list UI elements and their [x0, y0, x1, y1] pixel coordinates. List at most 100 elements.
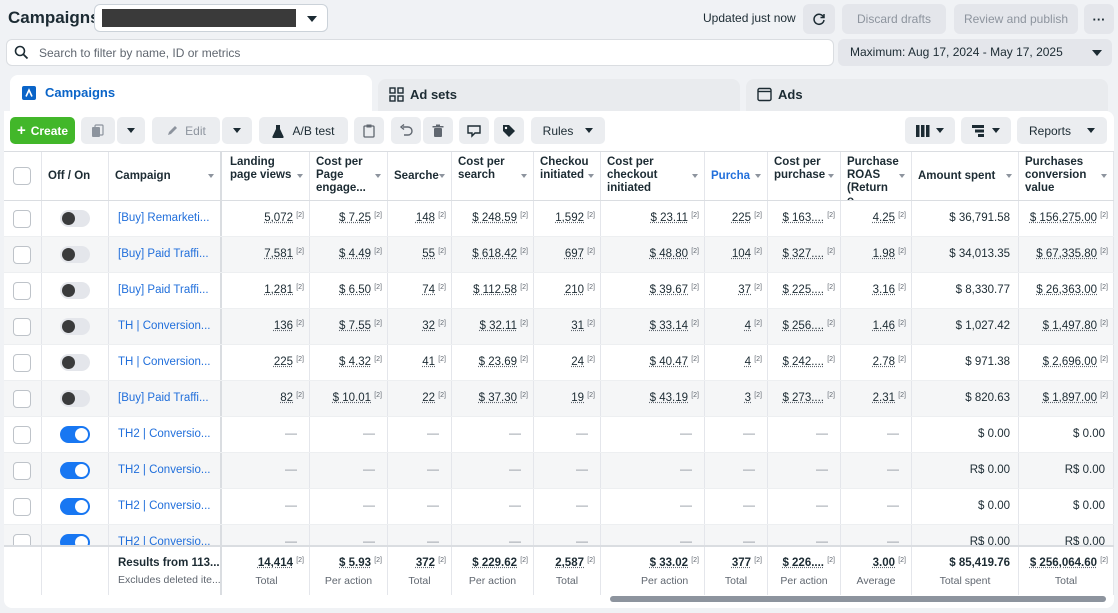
table-row[interactable]: TH | Conversion... 225 [2] $ 4.32 [2] 41 [2] $ … — [4, 345, 1114, 381]
table-row[interactable]: TH2 | Conversio... — — — — — — — — — R$ 0.00 R$ 0.0… — [4, 453, 1114, 489]
metric-value[interactable]: $ 4.49 — [339, 248, 371, 260]
metric-value[interactable]: 225 — [274, 356, 293, 368]
campaign-name-link[interactable]: TH | Conversion... — [118, 320, 218, 332]
status-toggle[interactable] — [60, 390, 90, 407]
table-row[interactable]: TH | Conversion... 136 [2] $ 7.55 [2] 32 [2] $ … — [4, 309, 1114, 345]
metric-value[interactable]: $ 6.50 — [339, 284, 371, 296]
metric-value[interactable]: $ 26,363.00 — [1036, 284, 1097, 296]
status-toggle[interactable] — [60, 282, 90, 299]
metric-value[interactable]: 1.46 — [873, 320, 895, 332]
row-checkbox[interactable] — [13, 354, 31, 372]
footer-total-value[interactable]: 14,414 — [258, 557, 293, 569]
create-button[interactable]: + Create — [10, 117, 75, 144]
metric-value[interactable]: 210 — [565, 284, 584, 296]
column-header-campaign[interactable]: Campaign — [109, 152, 222, 200]
metric-value[interactable]: 41 — [422, 356, 435, 368]
footer-total-value[interactable]: $ 33.02 — [650, 557, 688, 569]
clipboard-button[interactable] — [354, 117, 384, 144]
metric-value[interactable]: $ 248.59 — [472, 212, 517, 224]
metric-value[interactable]: 55 — [422, 248, 435, 260]
footer-total-value[interactable]: 3.00 — [873, 557, 895, 569]
row-checkbox[interactable] — [13, 318, 31, 336]
metric-value[interactable]: $ 1,497.80 — [1043, 320, 1097, 332]
metric-value[interactable]: $ 1,897.00 — [1043, 392, 1097, 404]
review-publish-button[interactable]: Review and publish — [954, 4, 1078, 34]
metric-value[interactable]: $ 242.... — [782, 356, 824, 368]
row-checkbox[interactable] — [13, 426, 31, 444]
column-header-checkout[interactable]: Checkou initiated — [534, 152, 601, 200]
metric-value[interactable]: $ 256.... — [782, 320, 824, 332]
campaign-name-link[interactable]: [Buy] Paid Traffi... — [118, 248, 218, 260]
campaign-name-link[interactable]: [Buy] Remarketi... — [118, 212, 218, 224]
column-header-cost-purchase[interactable]: Cost per purchase — [768, 152, 841, 200]
row-checkbox[interactable] — [13, 246, 31, 264]
preview-button[interactable] — [459, 117, 489, 144]
metric-value[interactable]: 24 — [571, 356, 584, 368]
metric-value[interactable]: $ 23.69 — [479, 356, 517, 368]
footer-total-value[interactable]: $ 229.62 — [472, 557, 517, 569]
metric-value[interactable]: $ 10.01 — [333, 392, 371, 404]
column-header-off-on[interactable]: Off / On — [42, 152, 109, 200]
metric-value[interactable]: 148 — [416, 212, 435, 224]
date-range-picker[interactable]: Maximum: Aug 17, 2024 - May 17, 2025 — [838, 39, 1112, 66]
tag-button[interactable] — [494, 117, 524, 144]
metric-value[interactable]: 19 — [571, 392, 584, 404]
campaign-name-link[interactable]: TH2 | Conversio... — [118, 464, 218, 476]
status-toggle[interactable] — [60, 318, 90, 335]
search-input[interactable]: Search to filter by name, ID or metrics — [6, 39, 834, 66]
metric-value[interactable]: 22 — [422, 392, 435, 404]
edit-dropdown-button[interactable] — [222, 117, 252, 144]
metric-value[interactable]: 136 — [274, 320, 293, 332]
column-header-conv-value[interactable]: Purchases conversion value — [1019, 152, 1114, 200]
column-header-landing[interactable]: Landing page views — [224, 152, 310, 200]
campaign-name-link[interactable]: [Buy] Paid Traffi... — [118, 284, 218, 296]
metric-value[interactable]: 37 — [738, 284, 751, 296]
metric-value[interactable]: 3.16 — [873, 284, 895, 296]
metric-value[interactable]: 2.31 — [873, 392, 895, 404]
metric-value[interactable]: 7,581 — [264, 248, 293, 260]
footer-total-value[interactable]: $ 256,064.60 — [1030, 557, 1097, 569]
campaign-name-link[interactable]: [Buy] Paid Traffi... — [118, 392, 218, 404]
metric-value[interactable]: $ 2,696.00 — [1043, 356, 1097, 368]
table-row[interactable]: [Buy] Remarketi... 5,072 [2] $ 7.25 [2] 148 [2… — [4, 201, 1114, 237]
metric-value[interactable]: 31 — [571, 320, 584, 332]
table-row[interactable]: [Buy] Paid Traffi... 1,281 [2] $ 6.50 [2] 74[… — [4, 273, 1114, 309]
row-checkbox[interactable] — [13, 462, 31, 480]
metric-value[interactable]: 5,072 — [264, 212, 293, 224]
metric-value[interactable]: $ 7.25 — [339, 212, 371, 224]
metric-value[interactable]: 82 — [280, 392, 293, 404]
footer-total-value[interactable]: $ 5.93 — [339, 557, 371, 569]
row-checkbox[interactable] — [13, 210, 31, 228]
metric-value[interactable]: 2.78 — [873, 356, 895, 368]
undo-button[interactable] — [391, 117, 421, 144]
status-toggle[interactable] — [60, 210, 90, 227]
metric-value[interactable]: 697 — [565, 248, 584, 260]
status-toggle[interactable] — [60, 498, 90, 515]
metric-value[interactable]: 1,281 — [264, 284, 293, 296]
edit-button[interactable]: Edit — [152, 117, 220, 144]
metric-value[interactable]: $ 32.11 — [479, 320, 517, 332]
metric-value[interactable]: $ 156,275.00 — [1030, 212, 1097, 224]
metric-value[interactable]: $ 39.67 — [650, 284, 688, 296]
row-checkbox[interactable] — [13, 282, 31, 300]
column-header-cost-checkout[interactable]: Cost per checkout initiated — [601, 152, 705, 200]
duplicate-button[interactable] — [81, 117, 115, 144]
campaign-name-link[interactable]: TH2 | Conversio... — [118, 428, 218, 440]
campaign-name-link[interactable]: TH2 | Conversio... — [118, 500, 218, 512]
column-header-purchases[interactable]: Purcha — [705, 152, 768, 200]
metric-value[interactable]: $ 7.55 — [339, 320, 371, 332]
metric-value[interactable]: $ 618.42 — [472, 248, 517, 260]
metric-value[interactable]: $ 23.11 — [650, 212, 688, 224]
row-checkbox[interactable] — [13, 390, 31, 408]
metric-value[interactable]: $ 112.58 — [473, 284, 517, 296]
table-row[interactable]: [Buy] Paid Traffi... 82 [2] $ 10.01 [2] 22 [2]… — [4, 381, 1114, 417]
footer-total-value[interactable]: 2,587 — [555, 557, 584, 569]
metric-value[interactable]: 74 — [422, 284, 435, 296]
footer-total-value[interactable]: 377 — [732, 557, 751, 569]
status-toggle[interactable] — [60, 246, 90, 263]
select-all-checkbox[interactable] — [13, 167, 31, 185]
metric-value[interactable]: $ 4.32 — [339, 356, 371, 368]
metric-value[interactable]: $ 327.... — [782, 248, 824, 260]
metric-value[interactable]: 4.25 — [873, 212, 895, 224]
metric-value[interactable]: $ 273.... — [782, 392, 824, 404]
